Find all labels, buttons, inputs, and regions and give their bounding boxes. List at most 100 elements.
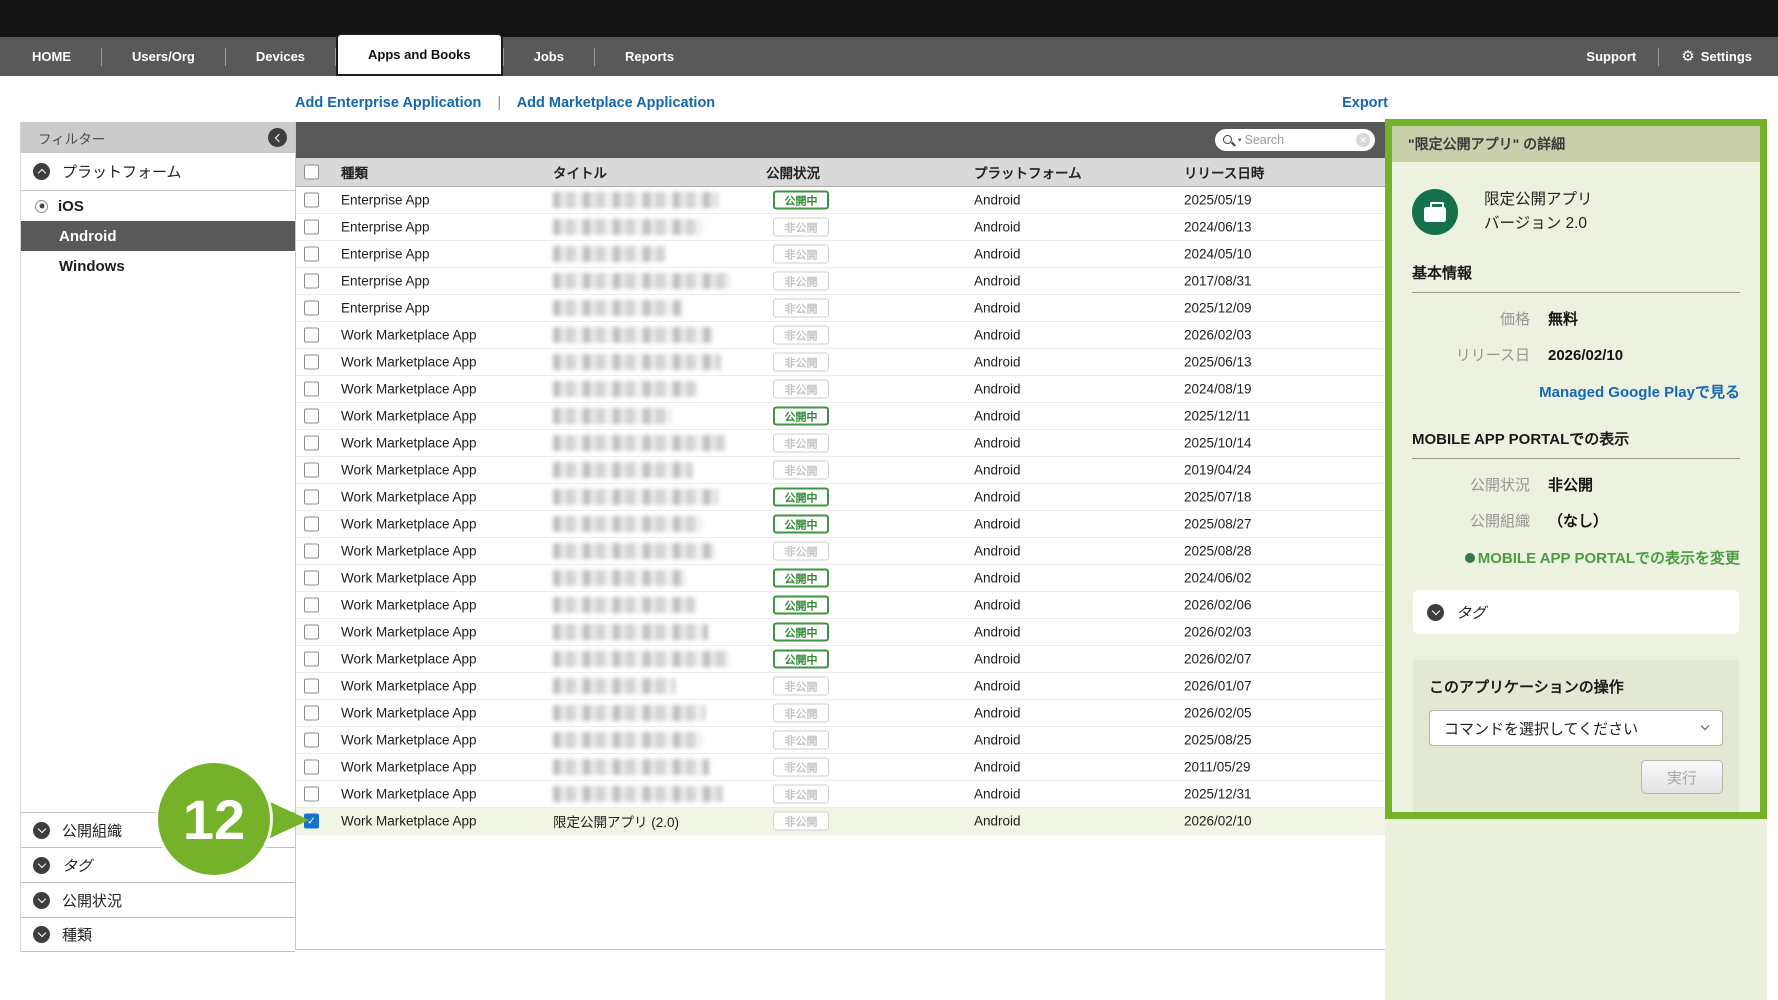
command-select[interactable]: コマンドを選択してください (1429, 710, 1723, 746)
table-row[interactable]: Enterprise App公開中Android2025/05/19 (296, 187, 1387, 214)
table-row[interactable]: Work Marketplace App公開中Android2025/08/27 (296, 511, 1387, 538)
table-row[interactable]: Work Marketplace App非公開Android2019/04/24 (296, 457, 1387, 484)
row-checkbox[interactable] (304, 328, 319, 343)
row-type: Enterprise App (341, 193, 430, 208)
chevron-up-icon (33, 163, 50, 180)
row-checkbox[interactable] (304, 490, 319, 505)
app-operations-box: このアプリケーションの操作 コマンドを選択してください 実行 (1413, 660, 1739, 812)
support-link[interactable]: Support (1586, 49, 1636, 64)
table-row[interactable]: Work Marketplace App非公開Android2024/08/19 (296, 376, 1387, 403)
settings-label: Settings (1701, 49, 1752, 64)
main-nav: HOMEUsers/OrgDevicesApps and BooksJobsRe… (0, 37, 1778, 76)
row-type: Enterprise App (341, 247, 430, 262)
sidebar-platform-windows[interactable]: Windows (21, 251, 295, 281)
nav-tab-reports[interactable]: Reports (595, 37, 704, 76)
table-row[interactable]: Enterprise App非公開Android2024/06/13 (296, 214, 1387, 241)
table-row[interactable]: Work Marketplace App非公開Android2025/08/25 (296, 727, 1387, 754)
filter-section-label: 公開組織 (62, 820, 122, 841)
tags-section-toggle[interactable]: タグ (1413, 590, 1739, 634)
search-box[interactable]: ▾ ✕ (1215, 129, 1375, 151)
collapse-sidebar-button[interactable] (268, 128, 287, 147)
table-row[interactable]: Work Marketplace App非公開Android2011/05/29 (296, 754, 1387, 781)
nav-tab-apps-and-books[interactable]: Apps and Books (336, 33, 503, 76)
execute-button[interactable]: 実行 (1641, 760, 1723, 794)
export-link[interactable]: Export (1342, 95, 1388, 111)
sidebar-platform-android[interactable]: Android (21, 221, 295, 251)
table-row[interactable]: Work Marketplace App非公開Android2025/10/14 (296, 430, 1387, 457)
row-checkbox[interactable] (304, 571, 319, 586)
divider (1412, 292, 1740, 293)
managed-google-play-link[interactable]: Managed Google Playで見る (1539, 384, 1740, 401)
table-row[interactable]: Work Marketplace App非公開Android2026/02/03 (296, 322, 1387, 349)
column-header-status[interactable]: 公開状況 (766, 162, 820, 182)
table-row[interactable]: Enterprise App非公開Android2017/08/31 (296, 268, 1387, 295)
row-checkbox[interactable] (304, 625, 319, 640)
row-platform: Android (974, 193, 1021, 208)
search-input[interactable] (1245, 133, 1353, 147)
table-row[interactable]: Work Marketplace App非公開Android2026/02/05 (296, 700, 1387, 727)
divider (1658, 48, 1659, 66)
column-header-title[interactable]: タイトル (553, 162, 607, 182)
sidebar-platform-ios[interactable]: iOS (21, 191, 295, 221)
row-checkbox[interactable] (304, 274, 319, 289)
nav-tab-devices[interactable]: Devices (226, 37, 335, 76)
table-row[interactable]: Work Marketplace App非公開Android2025/08/28 (296, 538, 1387, 565)
status-badge: 非公開 (773, 812, 829, 831)
row-title-redacted (553, 381, 698, 397)
nav-tab-users-org[interactable]: Users/Org (102, 37, 225, 76)
filter-header: フィルター (21, 122, 295, 153)
table-row[interactable]: Work Marketplace App公開中Android2025/07/18 (296, 484, 1387, 511)
row-checkbox[interactable] (304, 544, 319, 559)
row-checkbox[interactable] (304, 706, 319, 721)
clear-search-icon[interactable]: ✕ (1356, 133, 1370, 147)
sidebar-filter-section[interactable]: 公開状況 (21, 882, 295, 917)
table-row[interactable]: Work Marketplace App非公開Android2025/06/13 (296, 349, 1387, 376)
row-checkbox[interactable] (304, 733, 319, 748)
table-row[interactable]: Enterprise App非公開Android2025/12/09 (296, 295, 1387, 322)
table-row[interactable]: Work Marketplace App公開中Android2026/02/06 (296, 592, 1387, 619)
row-checkbox[interactable] (304, 193, 319, 208)
table-row[interactable]: Work Marketplace App公開中Android2024/06/02 (296, 565, 1387, 592)
table-row[interactable]: Work Marketplace App非公開Android2026/01/07 (296, 673, 1387, 700)
tags-label: タグ (1456, 602, 1486, 623)
row-checkbox[interactable] (304, 436, 319, 451)
column-header-platform[interactable]: プラットフォーム (974, 162, 1082, 182)
row-checkbox[interactable] (304, 382, 319, 397)
row-checkbox[interactable] (304, 679, 319, 694)
nav-tab-home[interactable]: HOME (2, 37, 101, 76)
search-scope-arrow-icon[interactable]: ▾ (1238, 136, 1242, 144)
table-row[interactable]: Work Marketplace App公開中Android2026/02/07 (296, 646, 1387, 673)
row-checkbox[interactable] (304, 220, 319, 235)
row-checkbox[interactable] (304, 409, 319, 424)
row-checkbox[interactable] (304, 517, 319, 532)
select-all-checkbox[interactable] (304, 165, 319, 180)
status-badge: 非公開 (773, 758, 829, 777)
table-row[interactable]: Work Marketplace App公開中Android2025/12/11 (296, 403, 1387, 430)
change-portal-display-link[interactable]: MOBILE APP PORTALでの表示を変更 (1465, 547, 1740, 568)
sidebar-section-platform[interactable]: プラットフォーム (21, 153, 295, 191)
nav-tab-jobs[interactable]: Jobs (504, 37, 594, 76)
portal-status-label: 公開状況 (1412, 474, 1530, 495)
row-checkbox[interactable] (304, 463, 319, 478)
add-marketplace-application-link[interactable]: Add Marketplace Application (517, 95, 715, 111)
table-row[interactable]: Enterprise App非公開Android2024/05/10 (296, 241, 1387, 268)
table-row[interactable]: ✓Work Marketplace App限定公開アプリ (2.0)非公開And… (296, 808, 1387, 835)
row-checkbox[interactable] (304, 760, 319, 775)
row-title-redacted (553, 651, 729, 667)
add-enterprise-application-link[interactable]: Add Enterprise Application (295, 95, 481, 111)
row-platform: Android (974, 328, 1021, 343)
row-checkbox[interactable] (304, 355, 319, 370)
sidebar-filter-section[interactable]: 種類 (21, 917, 295, 952)
row-checkbox[interactable] (304, 247, 319, 262)
settings-link[interactable]: ⚙ Settings (1681, 49, 1752, 64)
row-platform: Android (974, 733, 1021, 748)
row-checkbox[interactable] (304, 301, 319, 316)
table-row[interactable]: Work Marketplace App公開中Android2026/02/03 (296, 619, 1387, 646)
table-row[interactable]: Work Marketplace App非公開Android2025/12/31 (296, 781, 1387, 808)
divider (1412, 458, 1740, 459)
row-release-date: 2025/06/13 (1184, 355, 1252, 370)
row-checkbox[interactable] (304, 652, 319, 667)
column-header-release-date[interactable]: リリース日時 (1184, 162, 1264, 182)
column-header-type[interactable]: 種類 (341, 162, 368, 182)
row-checkbox[interactable] (304, 598, 319, 613)
